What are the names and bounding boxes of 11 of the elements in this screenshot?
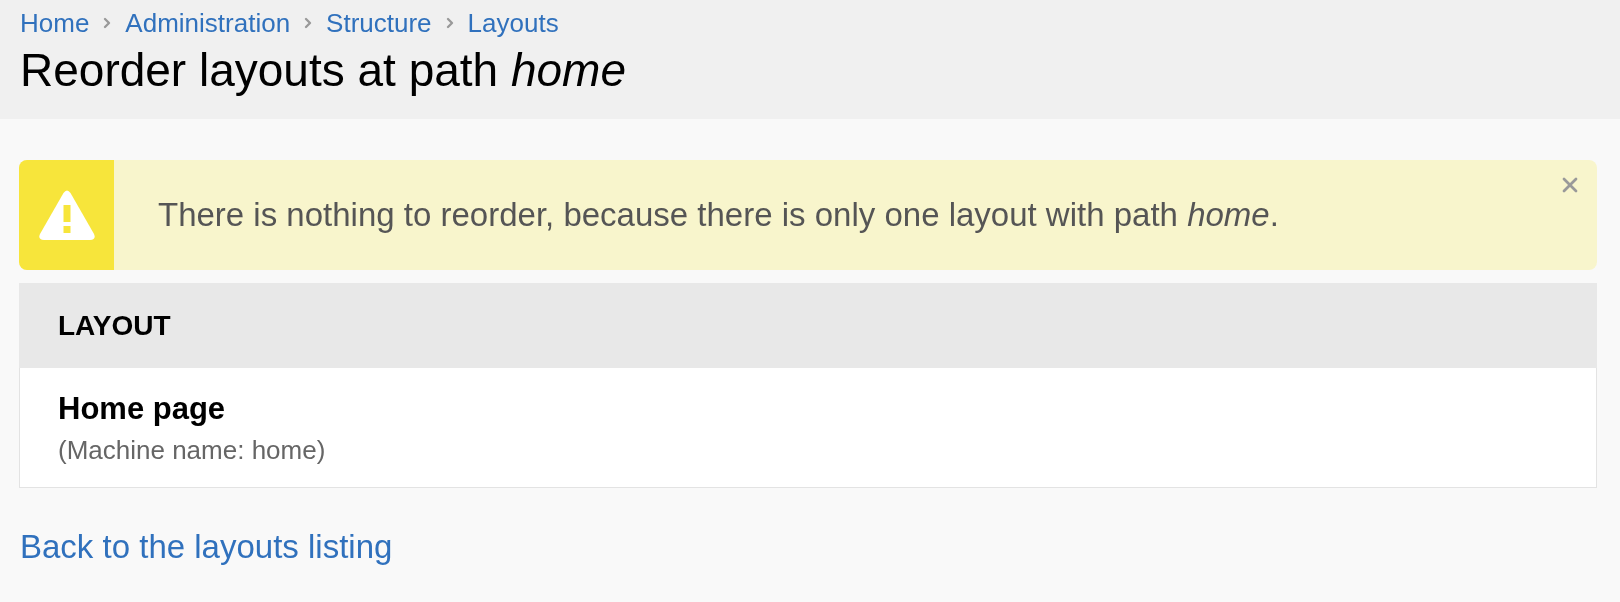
breadcrumb-link[interactable]: Home [20, 8, 90, 38]
breadcrumb-link[interactable]: Structure [326, 8, 432, 38]
breadcrumb-link[interactable]: Administration [125, 8, 291, 38]
back-link[interactable]: Back to the layouts listing [20, 528, 393, 565]
page-title: Reorder layouts at path home [20, 43, 628, 98]
column-header: LAYOUT [19, 283, 1597, 368]
breadcrumb-link[interactable]: Layouts [467, 8, 559, 38]
layout-name: Home page [58, 391, 226, 427]
machine-name: (Machine name: home) [58, 435, 326, 465]
alert-message: There is nothing to reorder, because there is only one layout with path home. [158, 195, 1279, 235]
warning-icon [37, 189, 96, 241]
